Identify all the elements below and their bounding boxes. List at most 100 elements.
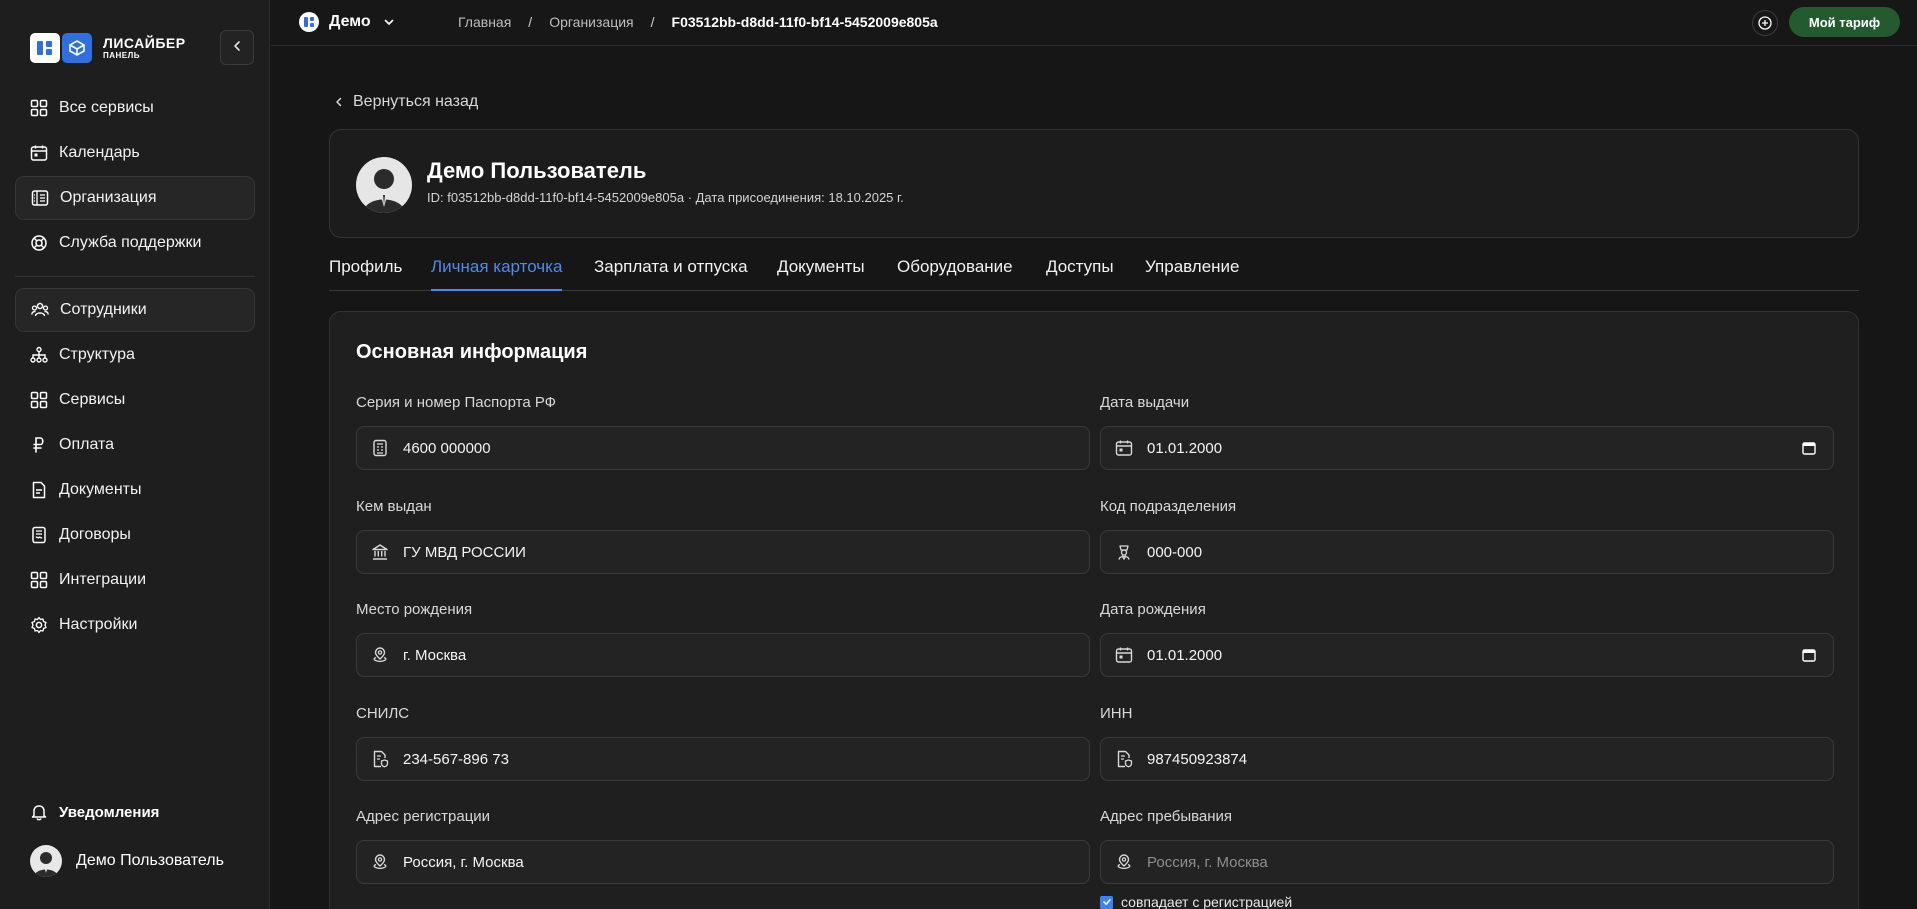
issue-date-value: 01.01.2000 [1147,439,1223,457]
hierarchy-icon [29,345,49,365]
tab-personal-card[interactable]: Личная карточка [431,257,563,291]
reg-address-field[interactable]: Россия, г. Москва [356,840,1090,884]
tab-equipment[interactable]: Оборудование [897,257,1013,291]
tab-salary[interactable]: Зарплата и отпуска [594,257,748,291]
stay-address-label: Адрес пребывания [1100,808,1233,825]
sidebar-item-label: Интеграции [59,571,147,588]
form-title: Основная информация [356,341,588,363]
birth-place-value: г. Москва [403,646,467,664]
logo-mark-blue [62,33,92,63]
tab-profile[interactable]: Профиль [329,257,402,291]
current-user[interactable]: Демо Пользователь [30,845,224,877]
tab-access[interactable]: Доступы [1046,257,1114,291]
issued-by-value: ГУ МВД РОССИИ [403,543,526,561]
tabs: Профиль Личная карточка Зарплата и отпус… [329,255,1859,291]
breadcrumb-current: F03512bb-d8dd-11f0-bf14-5452009e805a [671,14,938,30]
sidebar-item-label: Настройки [59,616,138,633]
sidebar-item-structure[interactable]: Структура [15,333,255,377]
calendar-icon [1113,437,1135,459]
same-as-registration[interactable]: совпадает с регистрацией [1100,894,1292,909]
back-link[interactable]: Вернуться назад [333,93,478,111]
topbar: Демо Главная / Организация / F03512bb-d8… [271,0,1917,46]
birth-place-field[interactable]: г. Москва [356,633,1090,677]
chevron-down-icon [383,16,395,28]
profile-name: Демо Пользователь [427,158,647,183]
sidebar-item-calendar[interactable]: Календарь [15,131,255,175]
collapse-sidebar-button[interactable] [220,30,254,65]
sidebar-item-documents[interactable]: Документы [15,468,255,512]
gear-icon [29,615,49,635]
sidebar-item-label: Сервисы [59,391,126,408]
my-tariff-button[interactable]: Мой тариф [1789,7,1900,37]
profile-meta: ID: f03512bb-d8dd-11f0-bf14-5452009e805a… [427,190,904,205]
sidebar-item-organization[interactable]: Организация [15,176,255,220]
sidebar-item-settings[interactable]: Настройки [15,603,255,647]
org-selector[interactable]: Демо [299,12,395,32]
sidebar-item-label: Документы [59,481,142,498]
snils-field[interactable]: 234-567-896 73 [356,737,1090,781]
sidebar-item-label: Все сервисы [59,99,154,116]
reg-address-value: Россия, г. Москва [403,853,524,871]
grid-icon [29,570,49,590]
bell-icon [29,802,49,822]
bank-icon [369,541,391,563]
document-shield-icon [1113,748,1135,770]
users-icon [30,300,50,320]
sidebar-item-label: Оплата [59,436,115,453]
sidebar-item-label: Календарь [59,144,140,161]
org-logo-icon [299,12,319,32]
tab-management[interactable]: Управление [1145,257,1240,291]
document-icon [29,480,49,500]
date-picker-icon[interactable] [1801,440,1817,456]
logo-mark-white [30,33,60,63]
back-label: Вернуться назад [353,93,479,110]
document-shield-icon [369,748,391,770]
date-picker-icon[interactable] [1801,647,1817,663]
dept-code-field[interactable]: 000-000 [1100,530,1834,574]
breadcrumb-home[interactable]: Главная [458,14,511,30]
sidebar-item-integrations[interactable]: Интеграции [15,558,255,602]
breadcrumb: Главная / Организация / F03512bb-d8dd-11… [458,14,938,30]
sidebar-item-services[interactable]: Сервисы [15,378,255,422]
sidebar-item-payment[interactable]: Оплата [15,423,255,467]
tab-documents[interactable]: Документы [777,257,865,291]
notifications-button[interactable]: Уведомления [29,802,159,822]
sidebar-item-label: Структура [59,346,135,363]
issue-date-field[interactable]: 01.01.2000 [1100,426,1834,470]
checkbox-checked-icon[interactable] [1100,895,1113,909]
stay-address-field[interactable]: Россия, г. Москва [1100,840,1834,884]
profile-card: Демо Пользователь ID: f03512bb-d8dd-11f0… [329,129,1859,238]
birth-date-field[interactable]: 01.01.2000 [1100,633,1834,677]
snils-label: СНИЛС [356,705,410,722]
sidebar-item-label: Служба поддержки [59,234,202,251]
org-name: Демо [329,13,371,30]
dept-code-label: Код подразделения [1100,498,1237,515]
logo-title: ЛИСАЙБЕР [103,35,186,51]
inn-field[interactable]: 987450923874 [1100,737,1834,781]
breadcrumb-organization[interactable]: Организация [549,14,633,30]
location-icon [1113,851,1135,873]
logo-subtitle: ПАНЕЛЬ [103,51,141,60]
sidebar-item-employees[interactable]: Сотрудники [15,288,255,332]
sidebar-item-contracts[interactable]: Договоры [15,513,255,557]
avatar [356,157,412,213]
contract-icon [29,525,49,545]
grid-icon [29,390,49,410]
lifebuoy-icon [29,233,49,253]
location-icon [369,851,391,873]
issue-date-label: Дата выдачи [1100,394,1190,411]
passport-label: Серия и номер Паспорта РФ [356,394,557,411]
add-button[interactable] [1752,10,1778,36]
plus-circle-icon [1758,16,1772,30]
breadcrumb-separator: / [650,14,655,30]
logo[interactable]: ЛИСАЙБЕР ПАНЕЛЬ [30,33,186,63]
notifications-label: Уведомления [59,803,160,821]
sidebar-item-all-services[interactable]: Все сервисы [15,86,255,130]
organization-icon [30,188,50,208]
basic-info-form: Основная информация Серия и номер Паспор… [329,311,1859,909]
birth-date-label: Дата рождения [1100,601,1206,618]
passport-field[interactable]: 4600 000000 [356,426,1090,470]
sidebar-item-support[interactable]: Служба поддержки [15,221,255,265]
chevron-left-icon [231,39,243,57]
issued-by-field[interactable]: ГУ МВД РОССИИ [356,530,1090,574]
